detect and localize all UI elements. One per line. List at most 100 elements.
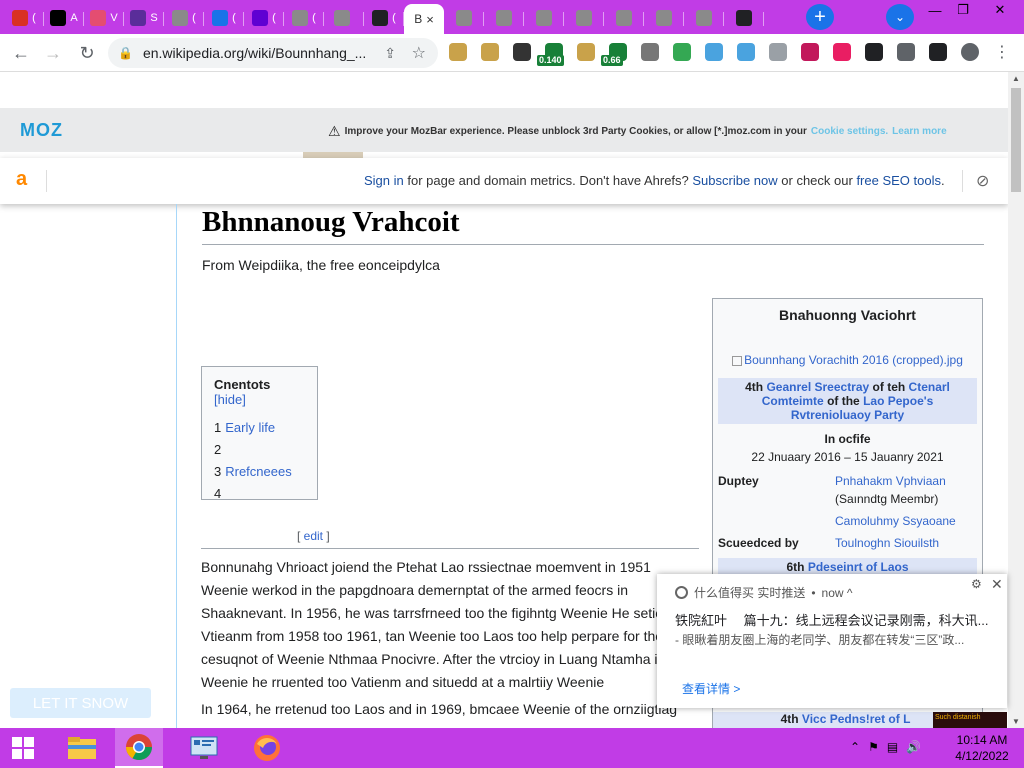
menu-icon[interactable]: ⋮ <box>993 43 1011 61</box>
puzzle-icon[interactable] <box>897 43 915 61</box>
toc-title: Cnentots [hide] <box>214 377 305 407</box>
firefox-icon[interactable] <box>243 728 291 768</box>
sign-in-link[interactable]: Sign in <box>364 173 404 188</box>
korea-flag-icon[interactable] <box>833 43 851 61</box>
scrollbar[interactable]: ▲ ▼ <box>1008 72 1024 728</box>
profile-icon[interactable] <box>961 43 979 61</box>
doge-icon[interactable] <box>481 43 499 61</box>
browser-tab[interactable] <box>724 4 764 32</box>
minimize-button[interactable]: — <box>922 0 948 20</box>
bookmark-star-icon[interactable]: ☆ <box>412 43 426 63</box>
crosshair-icon[interactable] <box>865 43 883 61</box>
browser-tab[interactable]: V <box>84 4 124 32</box>
close-icon[interactable]: ✕ <box>991 576 1003 593</box>
clock[interactable]: 10:14 AM 4/12/2022 <box>950 732 1014 764</box>
toc-item[interactable]: 1 Early life <box>214 417 305 439</box>
browser-tab[interactable] <box>524 4 564 32</box>
flag-icon[interactable] <box>801 43 819 61</box>
browser-tab[interactable] <box>324 4 364 32</box>
browser-tab[interactable] <box>644 4 684 32</box>
browser-tab[interactable] <box>684 4 724 32</box>
office-link[interactable]: Geanrel Sreectray <box>766 380 869 394</box>
infobox-image[interactable]: Bounnhang Vorachith 2016 (cropped).jpg <box>718 353 977 367</box>
panda-icon[interactable] <box>513 43 531 61</box>
browser-tab[interactable]: ( <box>244 4 284 32</box>
lock-icon[interactable]: 🔒 <box>118 46 133 60</box>
maximize-button[interactable]: ❐ <box>950 0 976 20</box>
reload-icon[interactable]: ↻ <box>76 42 98 64</box>
let-it-snow-button[interactable]: LET IT SNOW <box>10 688 151 718</box>
browser-tab[interactable] <box>604 4 644 32</box>
share-icon[interactable]: ⇪ <box>384 45 396 62</box>
browser-tab[interactable] <box>564 4 604 32</box>
toc-link[interactable]: Early life <box>225 420 275 435</box>
subscribe-link[interactable]: Subscribe now <box>692 173 777 188</box>
cookie-settings-link[interactable]: Cookie settings. <box>811 126 888 137</box>
control-panel-icon <box>190 736 218 759</box>
circle-icon[interactable] <box>641 43 659 61</box>
browser-tab[interactable]: ( <box>164 4 204 32</box>
browser-tab[interactable]: ( <box>364 4 404 32</box>
chrome-taskbar-icon[interactable] <box>115 728 163 768</box>
chevron-up-icon[interactable]: ⌃ <box>850 740 860 754</box>
browser-tab[interactable]: ( <box>204 4 244 32</box>
office-ordinal: 4th <box>780 712 802 726</box>
broken-image-icon <box>732 355 743 366</box>
browser-tab[interactable]: ( <box>4 4 44 32</box>
toc-number: 3 <box>214 464 222 479</box>
tab-close-icon[interactable]: × <box>426 12 434 27</box>
address-bar[interactable]: 🔒 en.wikipedia.org/wiki/Bounnhang_... ⇪ … <box>108 38 438 68</box>
learn-more-link[interactable]: Learn more <box>892 126 946 137</box>
divider <box>46 170 47 192</box>
back-icon[interactable]: ← <box>10 42 32 64</box>
tab-search-button[interactable]: ⌄ <box>886 4 914 30</box>
view-details-link[interactable]: 查看详情 > <box>682 680 740 697</box>
globe-icon <box>456 10 472 26</box>
active-tab[interactable]: B × <box>404 4 444 34</box>
scroll-down-icon[interactable]: ▼ <box>1012 717 1020 726</box>
deputy2-link[interactable]: Camoluhmy Ssyaoane <box>835 512 977 530</box>
browser-tab[interactable]: ( <box>284 4 324 32</box>
sidepanel-icon[interactable] <box>929 43 947 61</box>
free-seo-tools-link[interactable]: free SEO tools <box>856 173 941 188</box>
scroll-up-icon[interactable]: ▲ <box>1012 74 1020 83</box>
browser-tab[interactable] <box>484 4 524 32</box>
ahrefs-logo[interactable]: a <box>16 168 27 191</box>
gear-icon[interactable]: ⚙ <box>971 577 982 591</box>
ahrefs-text: for page and domain metrics. Don't have … <box>403 173 693 188</box>
toc-link[interactable]: Rrefcneees <box>225 464 291 479</box>
succeeded-label: Scueedced by <box>718 536 799 550</box>
forward-icon[interactable]: → <box>42 42 64 64</box>
control-panel-icon[interactable] <box>180 728 228 768</box>
flag-icon[interactable]: ⚑ <box>868 740 879 754</box>
section-divider <box>201 548 699 549</box>
scrollbar-thumb[interactable] <box>1011 88 1021 192</box>
browser-tab[interactable]: A <box>44 4 84 32</box>
toc-item[interactable]: 3 Rrefcneees <box>214 461 305 483</box>
toc-hide-link[interactable]: [hide] <box>214 392 246 407</box>
deputy-link[interactable]: Pnhahakm Vphviaan <box>835 474 946 488</box>
snowflake-icon[interactable] <box>769 43 787 61</box>
block-icon[interactable]: ⊘ <box>976 171 989 191</box>
chrome-notification[interactable]: 什么值得买 实时推送 • now ^ ⚙ ✕ 铁院紅叶 篇十九：线上远程会议记录… <box>657 574 1007 708</box>
edit-link[interactable]: edit <box>304 529 323 543</box>
toc-heading: Cnentots <box>214 377 271 392</box>
volume-icon[interactable]: 🔊 <box>906 740 921 754</box>
snowflake-icon[interactable] <box>705 43 723 61</box>
start-button[interactable] <box>0 728 46 768</box>
doge-icon[interactable] <box>577 43 595 61</box>
snowflake-icon[interactable] <box>737 43 755 61</box>
file-explorer-icon[interactable] <box>58 728 106 768</box>
new-tab-button[interactable]: + <box>806 4 834 30</box>
doge-icon[interactable] <box>449 43 467 61</box>
office-link[interactable]: Vicc Pedns!ret of L <box>802 712 910 726</box>
close-window-button[interactable]: ✕ <box>980 0 1020 20</box>
successor-link[interactable]: Toulnoghn Siouilsth <box>835 534 977 552</box>
toc-number: 2 <box>214 442 222 457</box>
browser-tab[interactable]: S <box>124 4 164 32</box>
check-icon[interactable] <box>673 43 691 61</box>
network-icon[interactable]: ▤ <box>887 740 898 754</box>
browser-tab[interactable] <box>444 4 484 32</box>
office-link[interactable]: Pdeseinrt of Laos <box>808 560 909 574</box>
yahoo-icon <box>252 10 269 26</box>
